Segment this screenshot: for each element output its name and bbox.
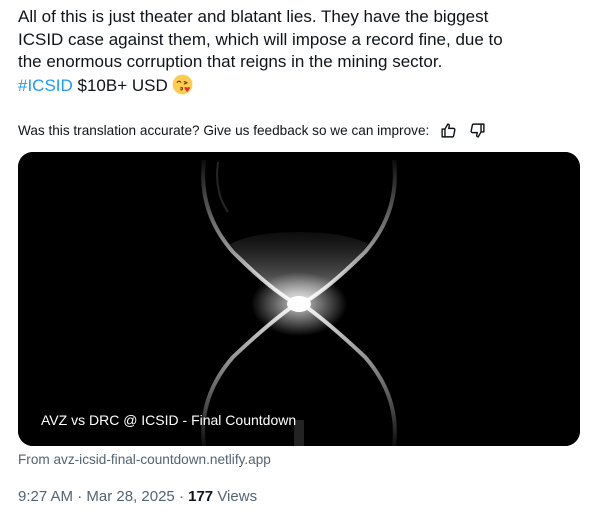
link-card[interactable]: AVZ vs DRC @ ICSID - Final Countdown bbox=[18, 152, 580, 446]
thumbs-down-icon bbox=[470, 122, 485, 138]
tweet-text-line: All of this is just theater and blatant … bbox=[18, 7, 489, 26]
tweet-metadata: 9:27 AM · Mar 28, 2025 · 177 Views bbox=[18, 488, 257, 505]
thumbs-up-button[interactable] bbox=[438, 120, 458, 140]
views-label: Views bbox=[213, 488, 258, 505]
face-blowing-kiss-icon bbox=[172, 74, 193, 94]
tweet-text-line: the enormous corruption that reigns in t… bbox=[18, 52, 443, 71]
link-source[interactable]: From avz-icsid-final-countdown.netlify.a… bbox=[18, 452, 271, 467]
separator-dot: · bbox=[174, 488, 189, 505]
card-title: AVZ vs DRC @ ICSID - Final Countdown bbox=[41, 412, 297, 428]
amount-text: $10B+ USD bbox=[72, 75, 168, 95]
hashtag-link[interactable]: #ICSID bbox=[18, 76, 73, 95]
feedback-prompt: Was this translation accurate? Give us f… bbox=[18, 122, 430, 138]
thumbs-up-icon bbox=[441, 122, 456, 138]
thumbs-down-button[interactable] bbox=[467, 120, 487, 140]
tweet-text-line: #ICSID $10B+ USD bbox=[18, 74, 588, 98]
hourglass-image bbox=[18, 152, 580, 446]
tweet-date[interactable]: Mar 28, 2025 bbox=[86, 488, 174, 505]
views-count: 177 bbox=[188, 488, 214, 505]
tweet-text: All of this is just theater and blatant … bbox=[18, 6, 588, 97]
translation-feedback: Was this translation accurate? Give us f… bbox=[18, 119, 487, 141]
tweet-text-line: ICSID case against them, which will impo… bbox=[18, 29, 503, 49]
tweet-time[interactable]: 9:27 AM bbox=[18, 488, 73, 505]
separator-dot: · bbox=[73, 488, 87, 505]
